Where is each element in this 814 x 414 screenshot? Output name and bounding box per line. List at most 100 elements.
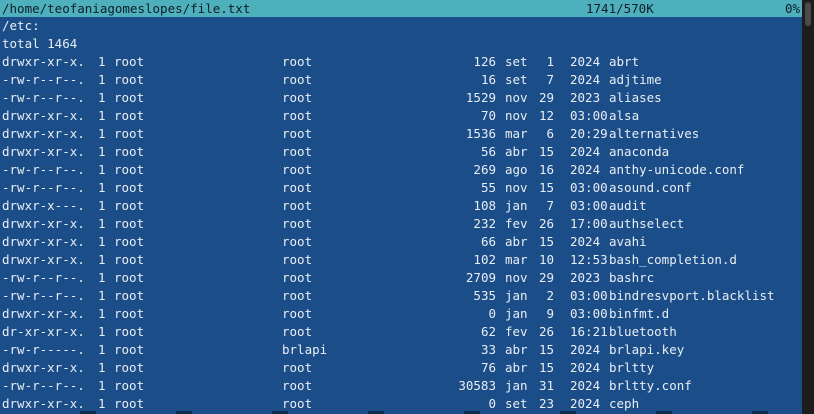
group: root — [282, 72, 313, 87]
listing-row: drwxr-xr-x. 1 root root 76 abr 15 2024 brltty — [0, 359, 802, 377]
month: set — [505, 54, 528, 69]
link-count: 1 — [98, 108, 106, 123]
group: brlapi — [282, 342, 328, 357]
owner: root — [114, 108, 145, 123]
scrollbar-thumb[interactable] — [805, 2, 811, 26]
time-or-year: 03:00 — [570, 198, 608, 213]
owner: root — [114, 126, 145, 141]
permissions: -rw-r-----. — [2, 342, 85, 357]
time-or-year: 2023 — [570, 90, 601, 105]
file-name: authselect — [609, 216, 685, 231]
group: root — [282, 216, 313, 231]
permissions: -rw-r--r--. — [2, 288, 85, 303]
owner: root — [114, 234, 145, 249]
permissions: -rw-r--r--. — [2, 378, 85, 393]
listing-row: -rw-r--r--. 1 root root 30583 jan 31 2024 brltty… — [0, 377, 802, 395]
permissions: -rw-r--r--. — [2, 162, 85, 177]
listing-row: drwxr-xr-x. 1 root root 126 set 1 2024 abrt — [0, 53, 802, 71]
file-name: avahi — [609, 234, 647, 249]
day: 15 — [538, 234, 554, 249]
listing-row: drwxr-xr-x. 1 root root 70 nov 12 03:00 alsa — [0, 107, 802, 125]
owner: root — [114, 72, 145, 87]
month: abr — [505, 342, 528, 357]
time-or-year: 2024 — [570, 72, 601, 87]
permissions: drwxr-xr-x. — [2, 126, 85, 141]
file-size: 535 — [473, 288, 496, 303]
owner: root — [114, 54, 145, 69]
month: set — [505, 72, 528, 87]
link-count: 1 — [98, 72, 106, 87]
permissions: drwxr-xr-x. — [2, 306, 85, 321]
listing-row: drwxr-xr-x. 1 root root 66 abr 15 2024 avahi — [0, 233, 802, 251]
day: 7 — [546, 198, 554, 213]
file-size: 62 — [480, 324, 496, 339]
file-name: alternatives — [609, 126, 700, 141]
day: 16 — [538, 162, 554, 177]
day: 15 — [538, 144, 554, 159]
vertical-scrollbar[interactable] — [802, 0, 814, 414]
file-size: 30583 — [458, 378, 496, 393]
file-size: 2709 — [465, 270, 496, 285]
file-name: aliases — [609, 90, 662, 105]
scroll-percent: 0% — [784, 1, 800, 16]
link-count: 1 — [98, 360, 106, 375]
time-or-year: 2024 — [570, 144, 601, 159]
link-count: 1 — [98, 306, 106, 321]
month: abr — [505, 234, 528, 249]
text-content-area[interactable]: /etc: total 1464 drwxr-xr-x. 1 root root 126… — [0, 17, 802, 414]
file-size: 108 — [473, 198, 496, 213]
owner: root — [114, 144, 145, 159]
owner: root — [114, 252, 145, 267]
file-size: 126 — [473, 54, 496, 69]
listing-row: dr-xr-xr-x. 1 root root 62 fev 26 16:21 bluetoot… — [0, 323, 802, 341]
owner: root — [114, 360, 145, 375]
month: jan — [505, 198, 528, 213]
permissions: -rw-r--r--. — [2, 270, 85, 285]
group: root — [282, 180, 313, 195]
listing-row: drwxr-xr-x. 1 root root 1536 mar 6 20:29 alterna… — [0, 125, 802, 143]
file-name: brltty — [609, 360, 655, 375]
permissions: -rw-r--r--. — [2, 180, 85, 195]
permissions: dr-xr-xr-x. — [2, 324, 85, 339]
permissions: drwxr-xr-x. — [2, 252, 85, 267]
owner: root — [114, 90, 145, 105]
file-size: 1529 — [465, 90, 496, 105]
total-line: total 1464 — [0, 35, 802, 53]
link-count: 1 — [98, 54, 106, 69]
month: nov — [505, 270, 528, 285]
day: 6 — [546, 126, 554, 141]
month: mar — [505, 126, 528, 141]
file-size: 232 — [473, 216, 496, 231]
owner: root — [114, 198, 145, 213]
month: fev — [505, 216, 528, 231]
day: 10 — [538, 252, 554, 267]
file-size: 102 — [473, 252, 496, 267]
group: root — [282, 270, 313, 285]
listing-row: drwxr-xr-x. 1 root root 232 fev 26 17:00 authsel… — [0, 215, 802, 233]
file-size: 55 — [480, 180, 496, 195]
listing-row: -rw-r--r--. 1 root root 2709 nov 29 2023 bashrc — [0, 269, 802, 287]
time-or-year: 03:00 — [570, 108, 608, 123]
link-count: 1 — [98, 144, 106, 159]
file-name: alsa — [609, 108, 640, 123]
time-or-year: 2024 — [570, 378, 601, 393]
owner: root — [114, 162, 145, 177]
time-or-year: 03:00 — [570, 180, 608, 195]
listing-row: drwxr-xr-x. 1 root root 0 jan 9 03:00 binfmt.d — [0, 305, 802, 323]
file-path: /home/teofaniagomeslopes/file.txt — [2, 1, 251, 16]
listing-row: drwxr-x---. 1 root root 108 jan 7 03:00 audit — [0, 197, 802, 215]
owner: root — [114, 216, 145, 231]
group: root — [282, 90, 313, 105]
day: 26 — [538, 324, 554, 339]
day: 15 — [538, 360, 554, 375]
time-or-year: 2024 — [570, 360, 601, 375]
file-name: binfmt.d — [609, 306, 670, 321]
month: jan — [505, 306, 528, 321]
group: root — [282, 198, 313, 213]
link-count: 1 — [98, 162, 106, 177]
listing-row: -rw-r--r--. 1 root root 16 set 7 2024 adjtime — [0, 71, 802, 89]
file-size: 1536 — [465, 126, 496, 141]
permissions: drwxr-xr-x. — [2, 54, 85, 69]
file-size: 76 — [480, 360, 496, 375]
permissions: drwxr-xr-x. — [2, 144, 85, 159]
